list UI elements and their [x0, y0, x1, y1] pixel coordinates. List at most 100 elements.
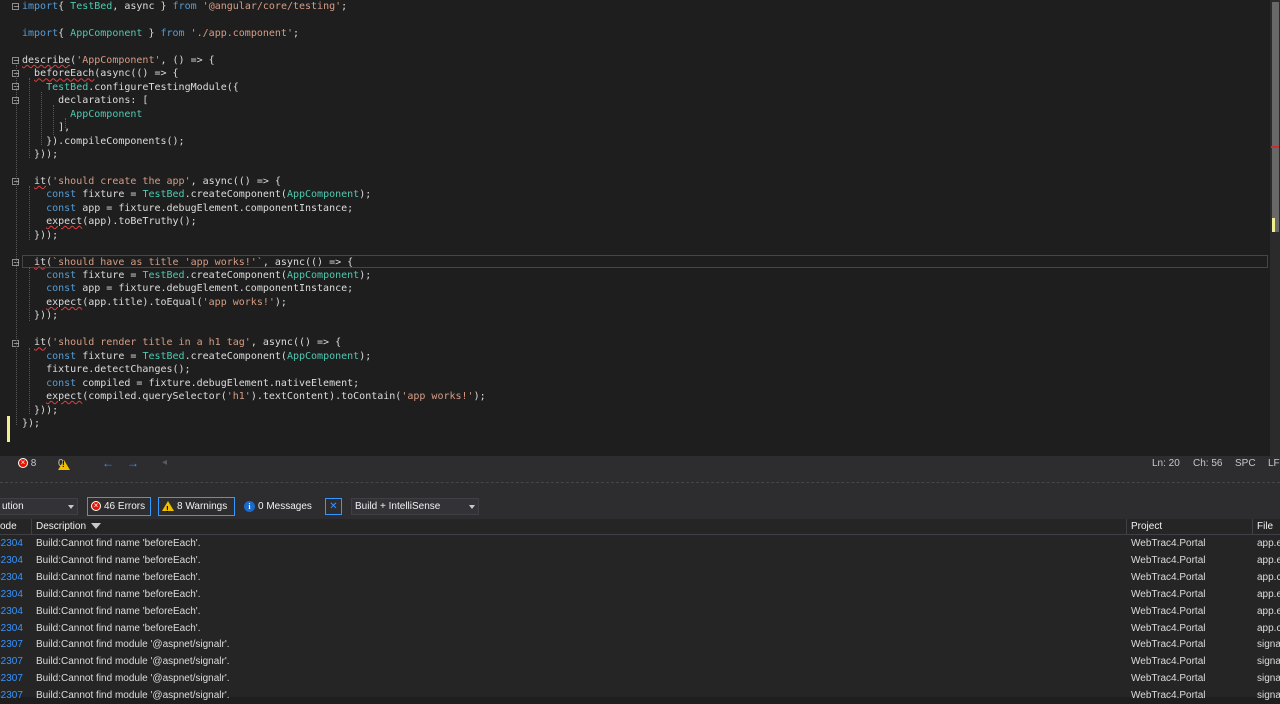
error-icon: × — [18, 458, 28, 469]
error-description-cell: Build:Cannot find name 'beforeEach'. — [36, 622, 201, 634]
table-row[interactable]: S2307 Build:Cannot find module '@aspnet/s… — [0, 653, 1280, 670]
table-row[interactable]: S2307 Build:Cannot find module '@aspnet/s… — [0, 670, 1280, 687]
error-code-cell: S2307 — [0, 656, 23, 668]
code-token: AppComponent — [286, 270, 360, 281]
error-file-cell: signa — [1257, 690, 1280, 702]
line-ending[interactable]: LF — [1268, 458, 1280, 469]
table-row[interactable]: S2307 Build:Cannot find module '@aspnet/s… — [0, 687, 1280, 704]
warning-count[interactable]: 0 — [58, 458, 70, 470]
hscroll-left-icon[interactable]: ◂ — [162, 457, 167, 468]
code-token: }); — [22, 417, 41, 429]
code-token: })); — [22, 310, 59, 322]
code-line[interactable]: const compiled = fixture.debugElement.na… — [22, 377, 359, 390]
indent-guide — [29, 267, 30, 321]
code-token: beforeEach — [34, 68, 95, 80]
column-header-code[interactable]: ode — [0, 521, 17, 532]
code-line[interactable]: expect(app).toBeTruthy(); — [22, 215, 197, 228]
code-line[interactable]: const fixture = TestBed.createComponent(… — [22, 269, 371, 282]
table-row[interactable]: S2304 Build:Cannot find name 'beforeEach'… — [0, 586, 1280, 603]
code-line[interactable]: const app = fixture.debugElement.compone… — [22, 282, 353, 295]
code-token: fixture.detectChanges(); — [22, 364, 191, 376]
error-file-cell: app.e — [1257, 605, 1280, 617]
errors-filter-button[interactable]: × 46 Errors — [87, 497, 151, 516]
code-token: fixture = — [76, 270, 143, 281]
error-project-cell: WebTrac4.Portal — [1131, 690, 1206, 702]
code-token: '@angular/core/testing' — [202, 1, 342, 12]
code-line[interactable]: it('should render title in a h1 tag', as… — [22, 336, 341, 349]
whitespace-mode[interactable]: SPC — [1235, 458, 1256, 469]
code-line[interactable]: expect(app.title).toEqual('app works!'); — [22, 296, 287, 309]
error-project-cell: WebTrac4.Portal — [1131, 588, 1206, 600]
filter-clear-icon[interactable]: ✕ — [325, 498, 342, 515]
warnings-filter-button[interactable]: 8 Warnings — [158, 497, 235, 518]
error-description-cell: Build:Cannot find module '@aspnet/signal… — [36, 639, 230, 651]
error-file-cell: signa — [1257, 656, 1280, 668]
code-line[interactable]: import{ AppComponent } from './app.compo… — [22, 27, 299, 40]
fold-toggle-icon[interactable]: − — [12, 3, 20, 11]
errors-filter-label: 46 Errors — [104, 501, 146, 512]
code-token: import — [22, 27, 59, 39]
error-code-cell: S2304 — [0, 554, 23, 566]
arrow-left-icon[interactable]: ← — [102, 456, 114, 470]
indent-guide — [16, 65, 17, 425]
table-row[interactable]: S2304 Build:Cannot find name 'beforeEach'… — [0, 569, 1280, 586]
code-line[interactable]: }).compileComponents(); — [22, 135, 184, 148]
code-line[interactable]: })); — [22, 148, 58, 161]
fold-toggle-icon[interactable]: − — [12, 57, 20, 65]
code-token: AppComponent — [70, 108, 143, 120]
column-header-project[interactable]: Project — [1131, 521, 1162, 532]
code-line[interactable]: }); — [22, 417, 40, 430]
table-row[interactable]: S2307 Build:Cannot find module '@aspnet/s… — [0, 636, 1280, 653]
scope-dropdown[interactable]: ution — [0, 498, 78, 515]
scrollbar-thumb[interactable] — [1272, 2, 1279, 232]
column-header-file[interactable]: File — [1257, 521, 1273, 532]
table-row[interactable]: S2304 Build:Cannot find name 'beforeEach'… — [0, 552, 1280, 569]
warning-icon — [162, 501, 174, 518]
code-line[interactable]: expect(compiled.querySelector('h1').text… — [22, 390, 486, 403]
code-line[interactable]: const fixture = TestBed.createComponent(… — [22, 188, 371, 201]
code-token: , () => { — [160, 54, 215, 66]
error-count[interactable]: × 8 — [18, 458, 36, 469]
code-line[interactable]: describe('AppComponent', () => { — [22, 54, 215, 67]
code-token: describe — [22, 54, 71, 66]
panel-splitter[interactable] — [0, 473, 1280, 493]
code-token: const — [46, 377, 77, 389]
code-token: const — [46, 270, 77, 281]
code-token: ); — [359, 270, 372, 281]
error-project-cell: WebTrac4.Portal — [1131, 622, 1206, 634]
code-line[interactable]: it('should create the app', async(() => … — [22, 175, 281, 188]
error-code-cell: S2304 — [0, 605, 23, 617]
error-project-cell: WebTrac4.Portal — [1131, 554, 1206, 566]
code-editor[interactable]: import{ TestBed, async } from '@angular/… — [0, 0, 1280, 456]
sort-descending-icon — [91, 523, 102, 530]
code-line[interactable]: const app = fixture.debugElement.compone… — [22, 202, 353, 215]
table-row[interactable]: S2304 Build:Cannot find name 'beforeEach'… — [0, 620, 1280, 637]
build-filter-dropdown[interactable]: Build + IntelliSense — [351, 498, 479, 515]
code-token: (async(() => { — [94, 68, 179, 80]
code-line[interactable]: })); — [22, 404, 58, 417]
error-project-cell: WebTrac4.Portal — [1131, 639, 1206, 651]
code-token: ); — [359, 350, 372, 362]
code-line[interactable]: TestBed.configureTestingModule({ — [22, 81, 239, 94]
code-line[interactable]: const fixture = TestBed.createComponent(… — [22, 350, 371, 363]
code-line[interactable]: beforeEach(async(() => { — [22, 67, 179, 80]
error-project-cell: WebTrac4.Portal — [1131, 673, 1206, 685]
table-row[interactable]: S2304 Build:Cannot find name 'beforeEach'… — [0, 535, 1280, 552]
code-line[interactable]: import{ TestBed, async } from '@angular/… — [22, 0, 347, 13]
code-token: expect — [46, 391, 83, 403]
table-row[interactable]: S2304 Build:Cannot find name 'beforeEach'… — [0, 603, 1280, 620]
code-line[interactable]: })); — [22, 229, 58, 242]
messages-filter-button[interactable]: i0 Messages — [240, 497, 318, 516]
code-line[interactable]: fixture.detectChanges(); — [22, 363, 191, 376]
column-header-description[interactable]: Description — [36, 521, 102, 532]
indent-guide — [29, 348, 30, 414]
arrow-right-icon[interactable]: → — [127, 456, 139, 470]
code-line[interactable]: })); — [22, 309, 58, 322]
code-token: 'h1' — [226, 391, 251, 403]
editor-status-bar: × 8 0 ← → ◂ Ln: 20 Ch: 56 SPC LF — [0, 456, 1280, 473]
indent-guide — [29, 78, 30, 158]
